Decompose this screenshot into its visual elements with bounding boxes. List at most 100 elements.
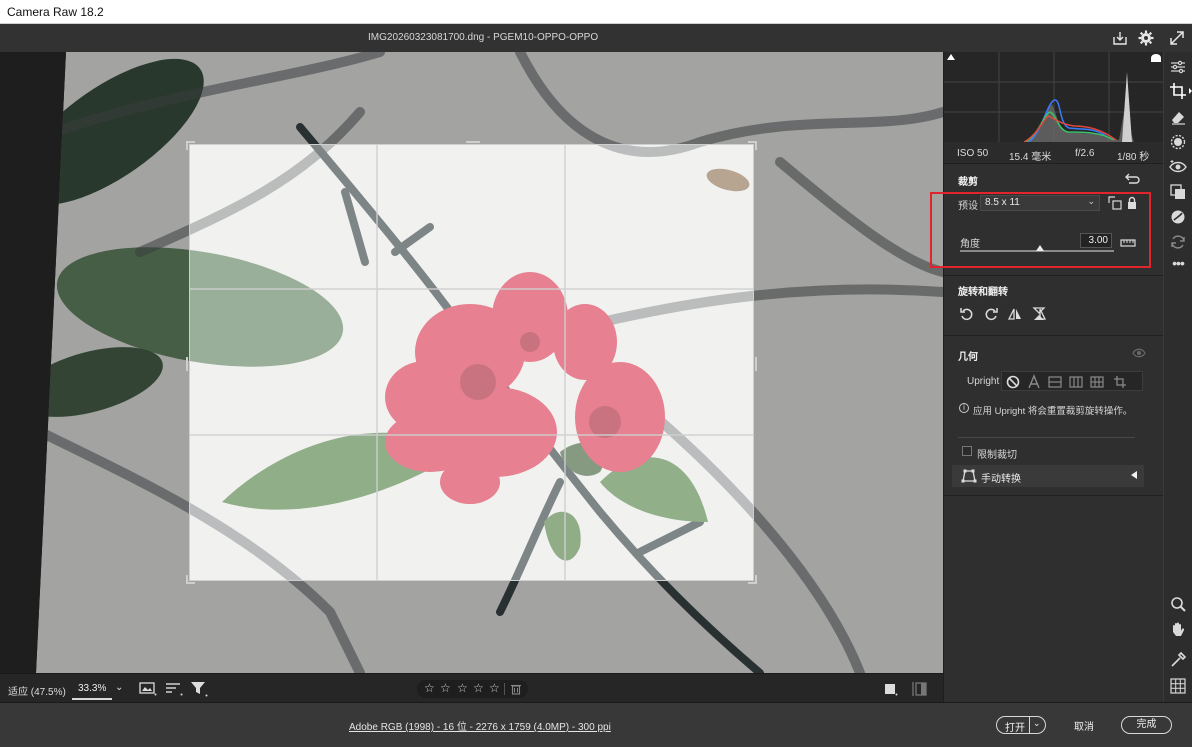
- swap-orientation-icon[interactable]: [1107, 195, 1123, 211]
- exif-aperture: f/2.6: [1075, 148, 1095, 159]
- upright-label: Upright: [967, 376, 1000, 387]
- open-button-separator: [1029, 717, 1030, 733]
- preset-label: 预设: [958, 201, 978, 212]
- fullscreen-icon[interactable]: [1168, 29, 1186, 47]
- eyedropper-icon[interactable]: [1169, 651, 1187, 669]
- zoom-icon[interactable]: [1169, 596, 1187, 614]
- zoom-fit-button[interactable]: 适应 (47.5%): [8, 683, 66, 698]
- straighten-tool-icon[interactable]: [1120, 237, 1136, 249]
- angle-slider-thumb[interactable]: [1036, 245, 1045, 251]
- star-3[interactable]: ☆: [457, 681, 468, 695]
- eraser-icon[interactable]: [1169, 108, 1187, 126]
- gear-icon[interactable]: [1137, 29, 1155, 47]
- preset-dropdown[interactable]: 8.5 x 11 ⌄: [980, 195, 1100, 211]
- highlight-clip-icon[interactable]: [1151, 54, 1161, 62]
- open-button-label: 打开: [1005, 723, 1025, 734]
- section-divider: [944, 335, 1164, 336]
- star-1[interactable]: ☆: [424, 681, 435, 695]
- geometry-section-title: 几何: [958, 352, 978, 363]
- rating-divider: [504, 683, 505, 695]
- sort-icon[interactable]: [165, 682, 183, 696]
- workflow-options-link[interactable]: Adobe RGB (1998) - 16 位 - 2276 x 1759 (4…: [349, 718, 611, 733]
- filter-icon[interactable]: [190, 681, 208, 697]
- section-divider: [958, 437, 1135, 438]
- edit-panel: ISO 50 15.4 毫米 f/2.6 1/80 秒 裁剪 预设 8.5 x …: [943, 52, 1164, 702]
- footer-bar: Adobe RGB (1998) - 16 位 - 2276 x 1759 (4…: [0, 702, 1192, 747]
- upright-level-icon[interactable]: [1047, 374, 1063, 390]
- eye-icon[interactable]: [1132, 347, 1146, 359]
- crop-handle-top[interactable]: [466, 141, 480, 150]
- upright-auto-icon[interactable]: [1026, 374, 1042, 390]
- manual-transform-label: 手动转换: [981, 474, 1021, 485]
- limit-crop-checkbox[interactable]: [962, 446, 972, 456]
- chevron-down-icon: ⌄: [1087, 196, 1095, 206]
- section-divider: [944, 495, 1164, 496]
- crop-handle-left[interactable]: [186, 357, 195, 371]
- lock-icon[interactable]: [1124, 195, 1140, 211]
- upright-guided-icon[interactable]: [1112, 374, 1128, 390]
- presets-icon[interactable]: [1169, 208, 1187, 226]
- upright-off-icon[interactable]: [1005, 374, 1021, 390]
- crop-handle-right[interactable]: [748, 357, 757, 371]
- cancel-button[interactable]: 取消: [1074, 718, 1094, 733]
- star-5[interactable]: ☆: [489, 681, 500, 695]
- angle-input[interactable]: 3.00: [1080, 233, 1112, 248]
- exif-focal-length: 15.4 毫米: [1009, 152, 1052, 163]
- rating-stars: ☆ ☆ ☆ ☆ ☆: [417, 680, 528, 698]
- flip-horizontal-icon[interactable]: [1007, 306, 1023, 322]
- upright-full-icon[interactable]: [1089, 374, 1105, 390]
- histogram: [944, 52, 1164, 143]
- angle-label: 角度: [960, 239, 980, 250]
- snapshots-icon[interactable]: [1169, 233, 1187, 251]
- reset-icon[interactable]: [1124, 171, 1140, 187]
- preset-value: 8.5 x 11: [985, 197, 1020, 208]
- section-divider: [944, 275, 1164, 276]
- trash-icon[interactable]: [510, 683, 522, 695]
- filmstrip-icon[interactable]: [139, 682, 157, 696]
- exif-bar: ISO 50 15.4 毫米 f/2.6 1/80 秒: [944, 142, 1164, 164]
- rotate-right-icon[interactable]: [983, 306, 999, 322]
- open-button[interactable]: 打开 ⌄: [996, 716, 1046, 734]
- star-2[interactable]: ☆: [440, 681, 451, 695]
- crop-handle-bottom-right[interactable]: [748, 575, 757, 584]
- crop-handle-top-left[interactable]: [186, 141, 195, 150]
- app-title: Camera Raw 18.2: [7, 5, 104, 19]
- image-canvas[interactable]: [0, 52, 943, 673]
- manual-transform-row[interactable]: 手动转换: [952, 465, 1144, 487]
- grid-icon[interactable]: [1169, 677, 1187, 695]
- upright-buttons: [1001, 371, 1143, 391]
- expand-arrow-icon: [1131, 471, 1137, 479]
- limit-crop-label: 限制裁切: [977, 450, 1017, 461]
- zoom-chevron-down-icon[interactable]: ⌄: [115, 682, 123, 693]
- zoom-level-field[interactable]: 33.3%: [72, 678, 112, 700]
- shadow-clip-icon[interactable]: [947, 54, 955, 60]
- before-after-icon[interactable]: [911, 681, 927, 697]
- overlay-toggle-icon[interactable]: [884, 682, 898, 696]
- red-eye-icon[interactable]: [1169, 158, 1187, 176]
- layers-icon[interactable]: [1169, 183, 1187, 201]
- rotate-section-title: 旋转和翻转: [958, 287, 1008, 298]
- crop-section-title: 裁剪: [958, 177, 978, 188]
- tool-strip: •••: [1163, 52, 1192, 702]
- image-header: IMG20260323081700.dng - PGEM10-OPPO-OPPO: [0, 24, 1192, 52]
- exif-iso: ISO 50: [957, 148, 989, 159]
- edit-sliders-icon[interactable]: [1169, 58, 1187, 76]
- done-button[interactable]: 完成: [1121, 716, 1172, 734]
- masking-icon[interactable]: [1169, 133, 1187, 151]
- crop-handle-top-right[interactable]: [748, 141, 757, 150]
- crop-tool-icon[interactable]: [1169, 82, 1187, 100]
- crop-rectangle[interactable]: [186, 141, 757, 584]
- upright-vertical-icon[interactable]: [1068, 374, 1084, 390]
- save-icon[interactable]: [1111, 29, 1129, 47]
- flip-vertical-icon[interactable]: [1031, 306, 1047, 322]
- star-4[interactable]: ☆: [473, 681, 484, 695]
- rotate-left-icon[interactable]: [959, 306, 975, 322]
- info-icon: i: [959, 403, 969, 413]
- crop-handle-bottom-left[interactable]: [186, 575, 195, 584]
- exif-shutter: 1/80 秒: [1117, 152, 1150, 163]
- hand-icon[interactable]: [1169, 621, 1187, 639]
- file-name: IMG20260323081700.dng - PGEM10-OPPO-OPPO: [368, 32, 599, 43]
- more-icon[interactable]: •••: [1169, 256, 1187, 274]
- title-bar: Camera Raw 18.2: [0, 0, 1192, 24]
- open-options-chevron-icon[interactable]: ⌄: [1033, 718, 1041, 729]
